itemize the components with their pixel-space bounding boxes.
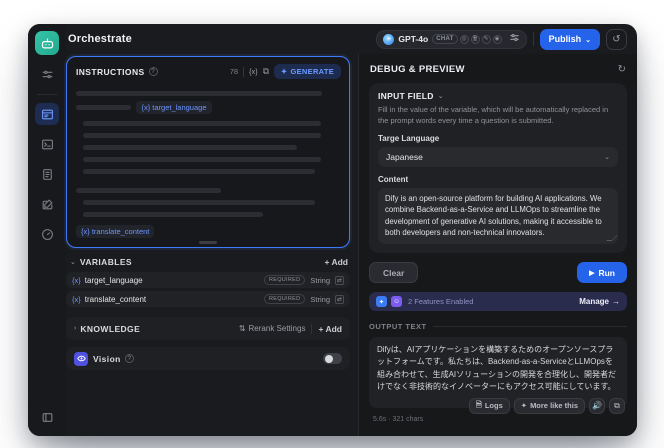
chevron-down-icon: ⌄ [437, 93, 444, 100]
variables-title: VARIABLES [79, 257, 132, 267]
features-enabled-text: 2 Features Enabled [408, 297, 474, 306]
variable-icon: {x} [72, 275, 81, 285]
model-capability-3-icon: ✎ [481, 34, 491, 44]
target-language-select[interactable]: Japanese ⌄ [378, 147, 618, 167]
generation-stats: 5.6s · 321 chars [373, 415, 424, 423]
nav-api-access-icon[interactable] [35, 133, 59, 155]
eye-icon [74, 351, 88, 366]
knowledge-section[interactable]: › KNOWLEDGE ⇅ Rerank Settings + Add [66, 317, 350, 340]
publish-button[interactable]: Publish ⌄ [539, 28, 600, 50]
change-type-icon[interactable]: ⇄ [335, 294, 344, 304]
titlebar: Orchestrate ✳ GPT-4o CHAT ◎ 🗎 ✎ ◉ Publis… [66, 24, 637, 54]
variable-tag-translate-content[interactable]: {x} translate_content [76, 225, 155, 238]
model-capability-1-icon: ◎ [459, 34, 469, 44]
version-history-button[interactable]: ↺ [606, 28, 627, 50]
help-icon[interactable]: ? [148, 67, 158, 76]
rerank-settings-button[interactable]: ⇅ Rerank Settings [239, 324, 306, 333]
play-icon: ▶ [589, 269, 595, 277]
copy-icon: ⧉ [614, 400, 620, 410]
rerank-icon: ⇅ [238, 324, 246, 333]
chevron-down-icon: ⌄ [70, 259, 76, 266]
more-like-this-button[interactable]: ✦ More like this [513, 397, 585, 414]
required-badge: REQUIRED [263, 294, 306, 304]
input-field-card: INPUT FIELD ⌄ Fill in the value of the v… [369, 83, 627, 253]
variable-row-target-language[interactable]: {x} target_language REQUIRED String ⇄ [66, 272, 350, 288]
orchestrate-panel: INSTRUCTIONS ? 78 {x} ⧉ ✦ GENERATE {x} t… [66, 54, 358, 436]
content-textarea[interactable]: Dify is an open-source platform for buil… [378, 188, 618, 244]
output-text: Difyは、AIアプリケーションを構築するためのオープンソースプラットフォームで… [377, 345, 616, 392]
icon-rail [28, 24, 66, 436]
variables-header[interactable]: ⌄ VARIABLES + Add [66, 248, 350, 272]
model-mode-badge: CHAT [432, 34, 458, 44]
resize-handle[interactable] [199, 241, 217, 244]
logs-icon: 🗎 [475, 400, 482, 410]
output-divider [432, 326, 627, 327]
rail-divider [37, 94, 57, 95]
sparkle-icon: ✦ [280, 67, 288, 76]
char-count: 78 [229, 67, 239, 76]
variable-row-translate-content[interactable]: {x} translate_content REQUIRED String ⇄ [66, 291, 350, 307]
chevron-down-icon: ⌄ [585, 36, 591, 44]
refresh-icon[interactable]: ↻ [618, 64, 626, 75]
nav-annotations-icon[interactable] [35, 193, 59, 215]
content-label: Content [378, 175, 409, 184]
debug-preview-panel: DEBUG & PREVIEW ↻ INPUT FIELD ⌄ Fill in … [358, 54, 637, 436]
add-knowledge-button[interactable]: + Add [318, 324, 342, 334]
model-capability-4-icon: ◉ [492, 34, 502, 44]
input-field-header[interactable]: INPUT FIELD ⌄ [378, 91, 618, 101]
target-language-label: Targe Language [378, 134, 440, 143]
feature-opener-icon: ☺ [391, 296, 402, 307]
chevron-right-icon: › [74, 325, 77, 332]
logs-button[interactable]: 🗎 Logs [468, 397, 510, 414]
history-icon: ↺ [612, 33, 621, 45]
app-window: Orchestrate ✳ GPT-4o CHAT ◎ 🗎 ✎ ◉ Publis… [28, 24, 637, 436]
nav-monitoring-icon[interactable] [35, 223, 59, 245]
debug-preview-title: DEBUG & PREVIEW [370, 64, 465, 75]
model-params-icon[interactable] [509, 30, 520, 48]
app-logo-robot-icon[interactable] [35, 31, 59, 55]
add-variable-button[interactable]: + Add [324, 257, 348, 267]
model-selector[interactable]: ✳ GPT-4o CHAT ◎ 🗎 ✎ ◉ [376, 29, 527, 49]
nav-orchestrate-icon[interactable] [35, 103, 59, 125]
output-text-title: OUTPUT TEXT [369, 322, 427, 331]
knowledge-title: KNOWLEDGE [80, 323, 141, 334]
vision-section: Vision ? [66, 347, 350, 370]
model-name: GPT-4o [398, 34, 429, 44]
run-button[interactable]: ▶ Run [577, 262, 627, 283]
variable-tag-target-language[interactable]: {x} target_language [136, 101, 212, 114]
copy-output-button[interactable]: ⧉ [609, 397, 625, 414]
nav-logs-icon[interactable] [35, 163, 59, 185]
model-capability-2-icon: 🗎 [470, 34, 480, 44]
insert-variable-button[interactable]: {x} [249, 67, 258, 76]
copy-icon[interactable]: ⧉ [263, 66, 269, 77]
clear-button[interactable]: Clear [369, 262, 419, 283]
collapse-panel-icon[interactable] [35, 406, 59, 428]
speaker-icon: 🔊 [592, 401, 602, 411]
openai-logo-icon: ✳ [383, 33, 395, 45]
features-banner[interactable]: ✦ ☺ 2 Features Enabled Manage → [369, 292, 627, 311]
generate-button[interactable]: ✦ GENERATE [273, 64, 341, 79]
required-badge: REQUIRED [263, 275, 306, 285]
text-to-speech-button[interactable]: 🔊 [589, 397, 605, 414]
arrow-right-icon: → [612, 297, 620, 306]
feature-speech-icon: ✦ [376, 296, 387, 307]
instructions-editor[interactable]: INSTRUCTIONS ? 78 {x} ⧉ ✦ GENERATE {x} t… [66, 56, 350, 248]
chevron-down-icon: ⌄ [604, 154, 610, 161]
help-icon[interactable]: ? [124, 354, 134, 363]
manage-features-button[interactable]: Manage → [579, 297, 620, 306]
vision-label: Vision [93, 353, 121, 364]
sparkle-icon: ✦ [520, 401, 528, 411]
titlebar-divider [532, 32, 534, 46]
page-title: Orchestrate [68, 33, 132, 45]
vision-toggle[interactable] [323, 353, 342, 364]
input-field-description: Fill in the value of the variable, which… [378, 105, 609, 125]
instructions-title: INSTRUCTIONS [76, 66, 145, 77]
sliders-icon[interactable] [35, 63, 59, 85]
change-type-icon[interactable]: ⇄ [335, 275, 344, 285]
prompt-skeleton: {x} target_language {x} translate_conten… [67, 83, 349, 247]
variable-icon: {x} [72, 294, 81, 304]
